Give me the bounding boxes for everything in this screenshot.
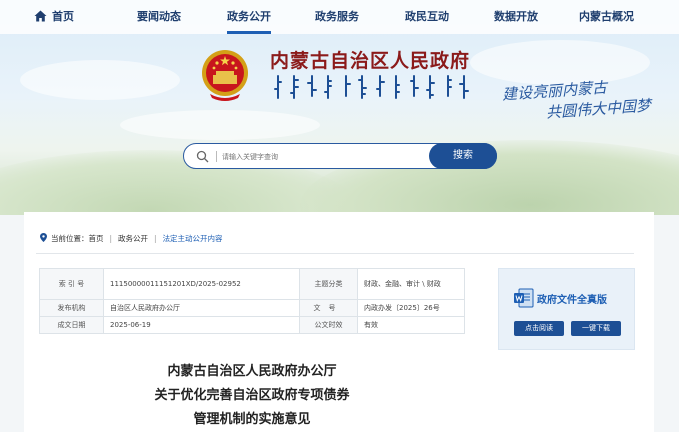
docno-value: 内政办发〔2025〕26号 <box>357 299 465 317</box>
document-meta-table: 索 引 号 11150000011151201XD/2025-02952 主题分… <box>39 268 465 334</box>
national-emblem-icon <box>202 50 248 101</box>
breadcrumb-prefix: 当前位置： <box>51 234 89 243</box>
index-label: 索 引 号 <box>39 268 104 300</box>
location-pin-icon <box>40 233 47 242</box>
nav-item-news[interactable]: 要闻动态 <box>137 0 181 34</box>
nav-item-label: 政民互动 <box>405 10 449 23</box>
full-document-panel: 政府文件全真版 点击阅读 一键下载 <box>498 268 635 350</box>
topic-value: 财政、金融、审计 \ 财政 <box>357 268 465 300</box>
nav-item-home[interactable]: 首页 <box>34 0 74 34</box>
breadcrumb-current[interactable]: 法定主动公开内容 <box>163 234 223 243</box>
word-document-icon <box>514 288 534 308</box>
nav-item-open-data[interactable]: 数据开放 <box>494 0 538 34</box>
read-button[interactable]: 点击阅读 <box>514 321 564 336</box>
org-label: 发布机构 <box>39 299 104 317</box>
breadcrumb-gov-affairs[interactable]: 政务公开 <box>118 234 148 243</box>
nav-item-services[interactable]: 政务服务 <box>315 0 359 34</box>
search-input[interactable] <box>222 148 422 165</box>
search-button[interactable]: 搜索 <box>429 143 497 169</box>
nav-item-interaction[interactable]: 政民互动 <box>405 0 449 34</box>
search-bar: 搜索 <box>183 143 497 169</box>
site-title: 内蒙古自治区人民政府 <box>270 50 471 72</box>
org-value: 自治区人民政府办公厅 <box>103 299 300 317</box>
download-button[interactable]: 一键下载 <box>571 321 621 336</box>
home-icon <box>34 10 47 22</box>
divider <box>36 253 634 254</box>
index-value: 11150000011151201XD/2025-02952 <box>103 268 300 300</box>
document-title-line-3: 管理机制的实施意见 <box>193 412 311 427</box>
nav-item-label: 首页 <box>52 10 74 23</box>
nav-item-label: 数据开放 <box>494 10 538 23</box>
date-value: 2025-06-19 <box>103 316 300 334</box>
document-title-line-2: 关于优化完善自治区政府专项债券 <box>154 388 350 403</box>
nav-item-label: 政务服务 <box>315 10 359 23</box>
validity-value: 有效 <box>357 316 465 334</box>
docno-label: 文号 <box>299 299 358 317</box>
main-nav: 首页 要闻动态 政务公开 政务服务 政民互动 数据开放 内蒙古概况 <box>0 0 679 34</box>
nav-item-gov-affairs[interactable]: 政务公开 <box>227 0 271 34</box>
breadcrumb: 当前位置：首页 | 政务公开 | 法定主动公开内容 <box>40 233 223 244</box>
document-title-line-1: 内蒙古自治区人民政府办公厅 <box>167 364 337 379</box>
nav-item-label: 政务公开 <box>227 10 271 23</box>
breadcrumb-home[interactable]: 首页 <box>89 234 104 243</box>
nav-item-label: 要闻动态 <box>137 10 181 23</box>
search-icon <box>196 150 209 163</box>
nav-item-overview[interactable]: 内蒙古概况 <box>579 0 634 34</box>
side-panel-title: 政府文件全真版 <box>537 295 607 306</box>
validity-label: 公文时效 <box>299 316 358 334</box>
topic-label: 主题分类 <box>299 268 358 300</box>
mongolian-script-icon <box>274 75 469 99</box>
nav-item-label: 内蒙古概况 <box>579 10 634 23</box>
date-label: 成文日期 <box>39 316 104 334</box>
